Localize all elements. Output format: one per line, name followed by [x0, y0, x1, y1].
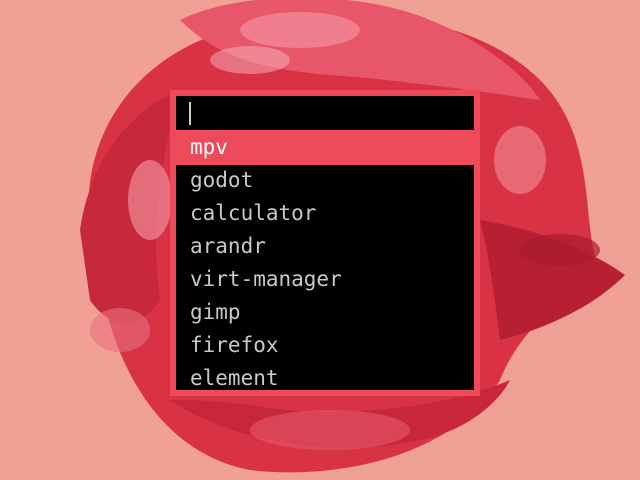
search-input[interactable]	[176, 96, 474, 130]
launcher-results-list: mpv godot calculator arandr virt-manager…	[176, 132, 474, 390]
list-item-godot[interactable]: godot	[176, 165, 474, 198]
rose-highlight	[210, 46, 290, 74]
list-item-calculator[interactable]: calculator	[176, 198, 474, 231]
rose-highlight	[128, 160, 172, 240]
rose-highlight	[520, 234, 600, 266]
list-item-virt-manager[interactable]: virt-manager	[176, 264, 474, 297]
rose-highlight	[250, 410, 410, 450]
list-item-gimp[interactable]: gimp	[176, 297, 474, 330]
rose-highlight	[90, 308, 150, 352]
rose-highlight	[494, 126, 546, 194]
list-item-element[interactable]: element	[176, 363, 474, 396]
rose-highlight	[240, 12, 360, 48]
list-item-arandr[interactable]: arandr	[176, 231, 474, 264]
list-item-mpv[interactable]: mpv	[176, 132, 474, 165]
text-cursor	[189, 102, 191, 125]
app-launcher: mpv godot calculator arandr virt-manager…	[170, 90, 480, 396]
list-item-firefox[interactable]: firefox	[176, 330, 474, 363]
